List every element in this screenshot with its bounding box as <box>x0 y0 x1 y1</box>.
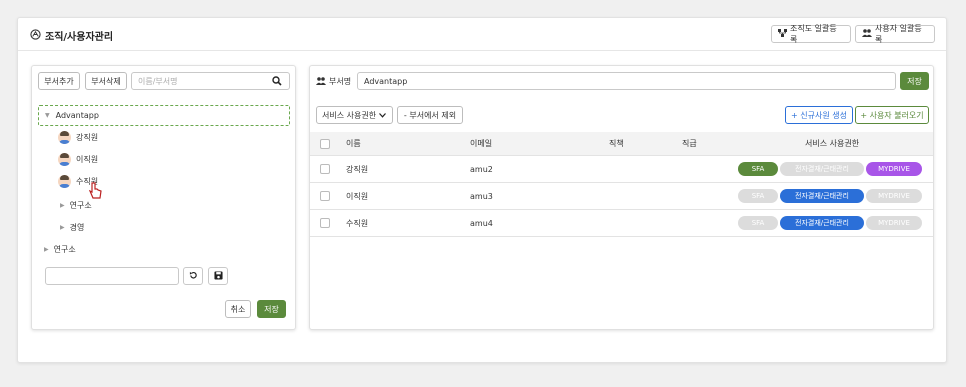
dept-save-button[interactable]: 저장 <box>900 72 929 90</box>
search-input[interactable]: 이름/부서명 <box>131 72 290 90</box>
tree-member[interactable]: 강직원 <box>58 131 98 144</box>
col-header-email: 이메일 <box>470 139 493 148</box>
org-tree-panel: 부서추가 부서삭제 이름/부서명 ▼ Advantapp 강직원 이직원 수직원 <box>31 65 296 330</box>
tree-sub-dept[interactable]: ▶ 연구소 <box>60 200 92 211</box>
tree-root-node-2[interactable]: ▶ 연구소 <box>44 244 76 255</box>
tree-sub-dept-label: 경영 <box>69 223 85 232</box>
table-row[interactable]: 이직원 amu3 SFA 전자결재/근태관리 MYDRIVE <box>310 183 933 210</box>
org-logo-icon <box>30 29 41 42</box>
delete-dept-button[interactable]: 부서삭제 <box>85 72 127 90</box>
cell-email: amu3 <box>470 191 493 201</box>
dept-name-label: 부서명 <box>329 77 352 86</box>
cancel-button[interactable]: 취소 <box>225 300 251 318</box>
sfa-toggle[interactable]: SFA <box>738 189 778 203</box>
import-user-button[interactable]: + 사용자 불러오기 <box>855 106 929 124</box>
tree-root-label: 연구소 <box>53 245 76 254</box>
tree-root-label: Advantapp <box>55 111 99 120</box>
sfa-toggle[interactable]: SFA <box>738 162 778 176</box>
row-checkbox[interactable] <box>320 218 330 228</box>
mydrive-toggle[interactable]: MYDRIVE <box>866 189 922 203</box>
title-wrap: 조직/사용자관리 <box>30 28 113 43</box>
main-card: 조직/사용자관리 조직도 일괄등록 사용자 일괄등록 부서추가 부서삭제 이름/… <box>17 17 947 363</box>
collapsed-caret-icon[interactable]: ▶ <box>44 246 49 253</box>
dept-name-value: Advantapp <box>364 76 408 86</box>
col-header-name: 이름 <box>346 139 361 148</box>
remove-from-dept-button[interactable]: - 부서에서 제외 <box>397 106 463 124</box>
user-upload-button[interactable]: 사용자 일괄등록 <box>855 24 935 44</box>
floppy-disk-icon <box>213 270 223 282</box>
save-icon-button[interactable] <box>208 267 228 285</box>
avatar <box>58 131 71 144</box>
service-permission-dropdown[interactable]: 서비스 사용권한 <box>316 106 393 124</box>
tree-root-node[interactable]: ▼ Advantapp <box>38 105 290 126</box>
dept-edit-input[interactable] <box>45 267 179 285</box>
cell-name: 이직원 <box>346 191 369 201</box>
cell-email: amu2 <box>470 164 493 174</box>
refresh-button[interactable] <box>183 267 203 285</box>
dept-name-label-wrap: 부서명 <box>316 76 351 87</box>
approval-toggle[interactable]: 전자결재/근태관리 <box>780 189 864 203</box>
expanded-caret-icon[interactable]: ▼ <box>45 112 50 119</box>
service-permission-label: 서비스 사용권한 <box>322 110 377 120</box>
mydrive-toggle[interactable]: MYDRIVE <box>866 216 922 230</box>
tree-member[interactable]: 이직원 <box>58 153 98 166</box>
page-header: 조직/사용자관리 조직도 일괄등록 사용자 일괄등록 <box>18 18 946 51</box>
dept-detail-panel: 부서명 Advantapp 저장 서비스 사용권한 - 부서에서 제외 + 신규… <box>309 65 934 330</box>
collapsed-caret-icon[interactable]: ▶ <box>60 202 65 209</box>
refresh-icon <box>189 271 198 282</box>
add-dept-button[interactable]: 부서추가 <box>38 72 80 90</box>
user-table: 이름 이메일 직책 직급 서비스 사용권한 강직원 amu2 SFA 전자결재/… <box>310 132 933 242</box>
table-row[interactable]: 강직원 amu2 SFA 전자결재/근태관리 MYDRIVE <box>310 156 933 183</box>
cell-name: 강직원 <box>346 164 369 174</box>
search-placeholder: 이름/부서명 <box>138 76 178 86</box>
collapsed-caret-icon[interactable]: ▶ <box>60 224 65 231</box>
tree-member-label: 강직원 <box>76 133 99 142</box>
page-title: 조직/사용자관리 <box>45 32 114 43</box>
col-header-permissions: 서비스 사용권한 <box>805 139 860 148</box>
chevron-down-icon <box>379 111 387 120</box>
sfa-toggle[interactable]: SFA <box>738 216 778 230</box>
org-chart-upload-button[interactable]: 조직도 일괄등록 <box>771 24 851 44</box>
row-checkbox[interactable] <box>320 164 330 174</box>
approval-toggle[interactable]: 전자결재/근태관리 <box>780 162 864 176</box>
mydrive-toggle[interactable]: MYDRIVE <box>866 162 922 176</box>
avatar <box>58 175 71 188</box>
tree-sub-dept-label: 연구소 <box>69 201 92 210</box>
tree-member-label: 이직원 <box>76 155 99 164</box>
new-employee-button[interactable]: + 신규사원 생성 <box>785 106 853 124</box>
col-header-position: 직책 <box>609 139 624 148</box>
select-all-cell[interactable] <box>320 132 330 155</box>
search-icon[interactable] <box>272 76 282 88</box>
avatar <box>58 153 71 166</box>
dept-name-input[interactable]: Advantapp <box>357 72 896 90</box>
table-row[interactable]: 수직원 amu4 SFA 전자결재/근태관리 MYDRIVE <box>310 210 933 237</box>
save-button[interactable]: 저장 <box>257 300 286 318</box>
row-checkbox[interactable] <box>320 191 330 201</box>
users-icon <box>862 29 872 39</box>
users-icon <box>316 76 326 87</box>
table-header-row: 이름 이메일 직책 직급 서비스 사용권한 <box>310 132 933 156</box>
org-chart-icon <box>778 29 787 39</box>
user-upload-label: 사용자 일괄등록 <box>875 24 922 44</box>
cell-email: amu4 <box>470 218 493 228</box>
cell-name: 수직원 <box>346 218 369 228</box>
approval-toggle[interactable]: 전자결재/근태관리 <box>780 216 864 230</box>
select-all-checkbox[interactable] <box>320 138 330 149</box>
tree-sub-dept[interactable]: ▶ 경영 <box>60 222 84 233</box>
org-chart-upload-label: 조직도 일괄등록 <box>790 24 837 44</box>
col-header-rank: 직급 <box>682 139 697 148</box>
